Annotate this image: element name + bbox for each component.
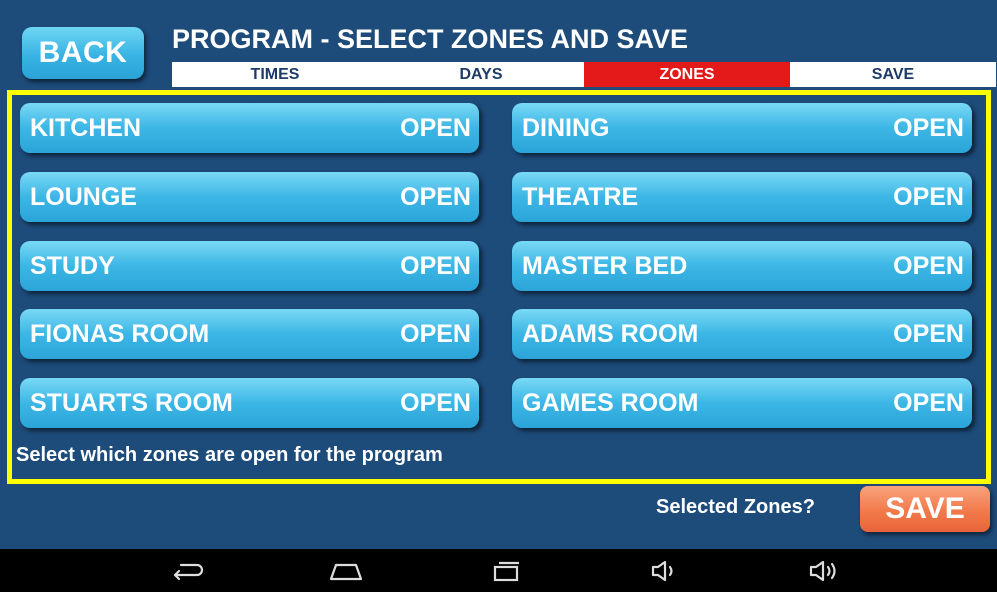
zone-status: OPEN (893, 113, 964, 142)
zone-button-games-room[interactable]: GAMES ROOM OPEN (512, 378, 972, 428)
zone-button-lounge[interactable]: LOUNGE OPEN (20, 172, 479, 222)
zone-button-theatre[interactable]: THEATRE OPEN (512, 172, 972, 222)
step-tabs: TIMES DAYS ZONES SAVE (172, 62, 996, 87)
zone-status: OPEN (893, 388, 964, 417)
zone-status: OPEN (893, 182, 964, 211)
selected-zones-label: Selected Zones? (656, 496, 815, 518)
zone-button-kitchen[interactable]: KITCHEN OPEN (20, 103, 479, 153)
zone-button-master-bed[interactable]: MASTER BED OPEN (512, 241, 972, 291)
zone-name: MASTER BED (522, 251, 688, 280)
zone-status: OPEN (400, 319, 471, 348)
tab-days[interactable]: DAYS (378, 62, 584, 87)
program-screen: BACK PROGRAM - SELECT ZONES AND SAVE TIM… (0, 0, 997, 549)
zone-status: OPEN (400, 113, 471, 142)
volume-down-icon[interactable] (645, 557, 685, 585)
system-nav-bar (0, 549, 997, 592)
zone-name: KITCHEN (30, 113, 142, 142)
recent-apps-icon[interactable] (486, 557, 526, 585)
zone-button-adams-room[interactable]: ADAMS ROOM OPEN (512, 309, 972, 359)
hint-text: Select which zones are open for the prog… (16, 444, 443, 466)
back-icon[interactable] (169, 557, 209, 585)
zone-name: GAMES ROOM (522, 388, 699, 417)
zone-status: OPEN (400, 388, 471, 417)
zone-button-stuarts-room[interactable]: STUARTS ROOM OPEN (20, 378, 479, 428)
back-button[interactable]: BACK (22, 27, 144, 79)
zone-name: STUARTS ROOM (30, 388, 233, 417)
zone-button-dining[interactable]: DINING OPEN (512, 103, 972, 153)
zone-button-fionas-room[interactable]: FIONAS ROOM OPEN (20, 309, 479, 359)
zone-name: FIONAS ROOM (30, 319, 210, 348)
zone-name: DINING (522, 113, 610, 142)
home-icon[interactable] (326, 557, 366, 585)
tab-save[interactable]: SAVE (790, 62, 996, 87)
zone-status: OPEN (893, 319, 964, 348)
zone-button-study[interactable]: STUDY OPEN (20, 241, 479, 291)
zone-status: OPEN (893, 251, 964, 280)
zone-name: LOUNGE (30, 182, 137, 211)
page-title: PROGRAM - SELECT ZONES AND SAVE (172, 24, 689, 54)
save-button[interactable]: SAVE (860, 486, 990, 532)
volume-up-icon[interactable] (805, 557, 845, 585)
zone-status: OPEN (400, 251, 471, 280)
zone-status: OPEN (400, 182, 471, 211)
zone-name: STUDY (30, 251, 115, 280)
zone-name: THEATRE (522, 182, 639, 211)
tab-times[interactable]: TIMES (172, 62, 378, 87)
zone-name: ADAMS ROOM (522, 319, 699, 348)
tab-zones[interactable]: ZONES (584, 62, 790, 87)
